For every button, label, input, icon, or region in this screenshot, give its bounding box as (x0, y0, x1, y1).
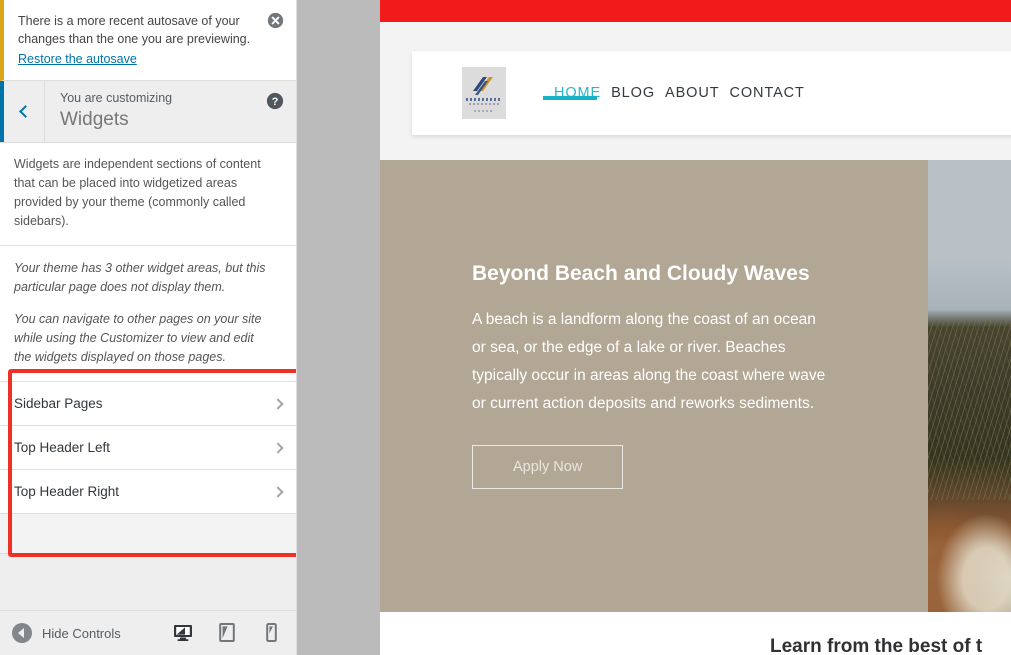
mobile-icon[interactable] (260, 622, 282, 644)
panel-notes: Your theme has 3 other widget areas, but… (0, 246, 296, 382)
nav-link-about[interactable]: ABOUT (665, 85, 719, 101)
panel-header: You are customizing Widgets ? (0, 81, 296, 143)
panel-footer: Hide Controls (0, 610, 296, 655)
nav-link-contact[interactable]: CONTACT (729, 85, 804, 101)
help-circle-icon[interactable]: ? (266, 92, 284, 110)
panel-description: Widgets are independent sections of cont… (0, 143, 296, 246)
tablet-icon[interactable] (216, 622, 238, 644)
back-button[interactable] (0, 81, 45, 142)
device-preview-buttons (172, 622, 282, 644)
desktop-icon[interactable] (172, 622, 194, 644)
site-logo-icon[interactable] (462, 67, 506, 119)
preview-gap-strip (297, 0, 380, 655)
below-hero-section: Learn from the best of t (380, 612, 1011, 655)
customizing-eyebrow: You are customizing (60, 91, 173, 105)
chevron-left-icon (19, 105, 32, 118)
hero-title: Beyond Beach and Cloudy Waves (472, 262, 810, 285)
svg-text:?: ? (272, 96, 279, 108)
collapse-arrow-icon (12, 623, 32, 643)
chevron-right-icon (272, 485, 284, 498)
hide-controls-button[interactable]: Hide Controls (12, 623, 121, 643)
hero-content: Beyond Beach and Cloudy Waves A beach is… (472, 260, 872, 489)
chevron-right-icon (272, 397, 284, 410)
widget-area-label: Top Header Left (14, 440, 111, 455)
panel-header-titles: You are customizing Widgets ? (45, 81, 296, 142)
hero-image (928, 160, 1011, 612)
autosave-notice-text: There is a more recent autosave of your … (18, 14, 251, 46)
hide-controls-label: Hide Controls (42, 625, 121, 641)
chevron-right-icon (272, 441, 284, 454)
widget-area-list: Sidebar Pages Top Header Left Top Header… (0, 382, 296, 554)
panel-note-1: Your theme has 3 other widget areas, but… (14, 261, 266, 294)
widget-area-label: Sidebar Pages (14, 396, 103, 411)
page-title: Widgets (60, 109, 129, 130)
widget-area-item-top-header-left[interactable]: Top Header Left (0, 426, 296, 470)
screen: There is a more recent autosave of your … (0, 0, 1011, 655)
below-hero-title: Learn from the best of t (770, 636, 983, 655)
panel-note-2: You can navigate to other pages on your … (14, 312, 262, 364)
close-circle-icon[interactable] (267, 12, 284, 29)
site-header: HOME BLOG ABOUT CONTACT (412, 51, 1011, 135)
admin-bar (380, 0, 1011, 22)
widget-area-label: Top Header Right (14, 484, 120, 499)
widget-area-list-filler (0, 514, 296, 554)
hero-body-text: A beach is a landform along the coast of… (472, 311, 826, 412)
apply-now-button[interactable]: Apply Now (472, 445, 624, 489)
widget-area-item-sidebar-pages[interactable]: Sidebar Pages (0, 382, 296, 426)
hero-section: Beyond Beach and Cloudy Waves A beach is… (380, 160, 1011, 612)
nav-link-blog[interactable]: BLOG (611, 85, 655, 101)
customizer-panel: There is a more recent autosave of your … (0, 0, 297, 655)
site-preview: HOME BLOG ABOUT CONTACT Beyond Beach and… (380, 0, 1011, 655)
panel-body-tail (0, 554, 296, 609)
nav-active-indicator (543, 96, 597, 100)
restore-autosave-link[interactable]: Restore the autosave (18, 50, 137, 68)
autosave-notice: There is a more recent autosave of your … (0, 0, 296, 81)
widget-area-item-top-header-right[interactable]: Top Header Right (0, 470, 296, 514)
